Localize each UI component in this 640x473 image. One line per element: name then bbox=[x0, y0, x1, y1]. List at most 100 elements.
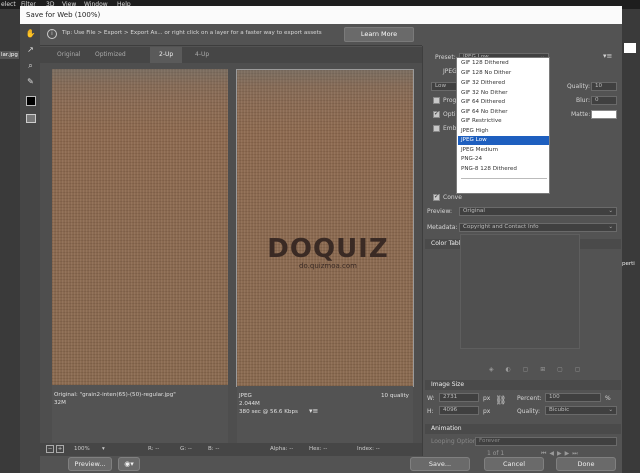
green-readout: G: -- bbox=[180, 446, 192, 452]
dialog-buttons: Preview... ◉▾ Save... Cancel Done bbox=[40, 456, 622, 473]
link-proportions-icon[interactable]: ⛓ bbox=[495, 396, 506, 406]
chevron-down-icon: ⌄ bbox=[608, 407, 613, 413]
toggle-slices-icon[interactable] bbox=[26, 114, 36, 123]
quality-input[interactable]: 10 bbox=[591, 82, 617, 91]
height-input[interactable]: 4096 bbox=[439, 406, 479, 415]
quality-label: Quality: bbox=[567, 83, 591, 90]
matte-color-swatch[interactable] bbox=[591, 110, 617, 119]
preset-option[interactable]: GIF 32 Dithered bbox=[458, 79, 549, 88]
info-icon: i bbox=[47, 29, 57, 39]
red-readout: R: -- bbox=[148, 446, 160, 452]
download-rate-menu-icon[interactable]: ▾≡ bbox=[309, 408, 318, 415]
percent-input[interactable]: 100 bbox=[545, 393, 601, 402]
slice-select-tool-icon[interactable]: ↗ bbox=[24, 44, 37, 55]
width-unit: px bbox=[483, 395, 491, 402]
menu-divider bbox=[461, 178, 547, 179]
status-bar: − + 100% ▾ R: -- G: -- B: -- Alpha: -- H… bbox=[40, 443, 422, 456]
tab-original[interactable]: Original bbox=[48, 47, 89, 63]
optimize-menu-icon[interactable]: ▾≡ bbox=[603, 52, 612, 60]
eyedropper-tool-icon[interactable]: ✎ bbox=[24, 76, 37, 87]
download-time: 380 sec @ 56.6 Kbps bbox=[239, 409, 298, 415]
tip-bar: i Tip: Use File > Export > Export As... … bbox=[40, 24, 422, 46]
preset-option[interactable]: PNG-8 128 Dithered bbox=[458, 165, 549, 174]
height-label: H: bbox=[427, 408, 434, 415]
animation-header: Animation bbox=[425, 424, 621, 434]
blur-label: Blur: bbox=[576, 97, 590, 104]
preset-option[interactable]: PNG-24 bbox=[458, 155, 549, 164]
zoom-level[interactable]: 100% bbox=[74, 446, 90, 452]
preset-option-selected[interactable]: JPEG Low bbox=[458, 136, 549, 145]
preview-value: Original bbox=[463, 208, 485, 214]
tab-4-up[interactable]: 4-Up bbox=[186, 47, 218, 63]
preset-option[interactable]: GIF 64 Dithered bbox=[458, 98, 549, 107]
original-pane[interactable]: Original: "grain2-inten(65)-(50)-regular… bbox=[52, 69, 228, 444]
height-unit: px bbox=[483, 408, 491, 415]
image-size-header: Image Size bbox=[425, 380, 621, 390]
tab-2-up[interactable]: 2-Up bbox=[150, 47, 183, 63]
menu-select[interactable]: elect bbox=[1, 1, 16, 8]
watermark: DOQUIZ do.quizmoa.com bbox=[228, 234, 428, 270]
quality-value: 10 bbox=[595, 83, 603, 89]
color-table-tool-icons[interactable]: ◈ ◐ ▢ ⊞ ▢ ▢ bbox=[489, 366, 585, 373]
eyedropper-color-swatch[interactable] bbox=[26, 96, 36, 106]
index-readout: Index: -- bbox=[357, 446, 380, 452]
metadata-select[interactable]: Copyright and Contact Info ⌄ bbox=[459, 223, 617, 232]
tool-column: ✋ ↗ ⌕ ✎ bbox=[20, 24, 40, 473]
width-input[interactable]: 2731 bbox=[439, 393, 479, 402]
watermark-url: do.quizmoa.com bbox=[299, 262, 357, 270]
preset-option[interactable]: GIF 64 No Dither bbox=[458, 108, 549, 117]
preview-select[interactable]: Original ⌄ bbox=[459, 207, 617, 216]
format-value[interactable]: JPEG bbox=[443, 68, 457, 75]
preview-button[interactable]: Preview... bbox=[68, 457, 112, 471]
preset-label: Preset: bbox=[435, 54, 456, 61]
percent-label: Percent: bbox=[517, 395, 542, 402]
embed-profile-checkbox[interactable] bbox=[433, 125, 440, 132]
hex-readout: Hex: -- bbox=[309, 446, 328, 452]
preset-option[interactable]: GIF 32 No Dither bbox=[458, 89, 549, 98]
preset-option[interactable]: GIF 128 Dithered bbox=[458, 59, 549, 68]
view-tabs: Original Optimized 2-Up 4-Up bbox=[40, 47, 422, 63]
properties-tab[interactable]: perti bbox=[622, 261, 635, 267]
original-filename: Original: "grain2-inten(65)-(50)-regular… bbox=[54, 392, 176, 398]
learn-more-button[interactable]: Learn More bbox=[344, 27, 414, 42]
chevron-down-icon: ⌄ bbox=[608, 224, 613, 230]
blur-value: 0 bbox=[595, 97, 599, 103]
save-button[interactable]: Save... bbox=[410, 457, 470, 471]
optimized-format: JPEG bbox=[239, 393, 252, 399]
zoom-in-button[interactable]: + bbox=[56, 445, 64, 453]
metadata-value: Copyright and Contact Info bbox=[463, 224, 539, 230]
tab-optimized[interactable]: Optimized bbox=[86, 47, 135, 63]
resample-quality-value: Bicubic bbox=[549, 407, 570, 413]
looping-options-value: Forever bbox=[479, 438, 501, 444]
blue-readout: B: -- bbox=[208, 446, 220, 452]
zoom-chevron-icon[interactable]: ▾ bbox=[102, 446, 105, 452]
document-tab[interactable]: lar.jpg bbox=[0, 51, 19, 59]
browser-preview-icon[interactable]: ◉▾ bbox=[118, 457, 140, 471]
blur-input[interactable]: 0 bbox=[591, 96, 617, 105]
progressive-checkbox[interactable] bbox=[433, 97, 440, 104]
background-right-panel: perti bbox=[622, 9, 640, 473]
preset-option[interactable]: JPEG Medium bbox=[458, 146, 549, 155]
resample-quality-label: Quality: bbox=[517, 408, 541, 415]
zoom-tool-icon[interactable]: ⌕ bbox=[24, 60, 37, 71]
optimized-quality: 10 quality bbox=[380, 393, 409, 399]
height-value: 4096 bbox=[443, 407, 458, 413]
alpha-readout: Alpha: -- bbox=[270, 446, 294, 452]
optimized-caption: JPEG 10 quality 2.044M 380 sec @ 56.6 Kb… bbox=[237, 386, 413, 445]
preset-option[interactable]: JPEG High bbox=[458, 127, 549, 136]
background-left-panel: lar.jpg bbox=[0, 9, 20, 473]
cancel-button[interactable]: Cancel bbox=[484, 457, 544, 471]
preset-option[interactable]: GIF Restrictive bbox=[458, 117, 549, 126]
optimized-pane[interactable]: JPEG 10 quality 2.044M 380 sec @ 56.6 Kb… bbox=[236, 69, 414, 445]
convert-srgb-label: Conve bbox=[443, 194, 462, 201]
hand-tool-icon[interactable]: ✋ bbox=[24, 28, 37, 39]
resample-quality-select[interactable]: Bicubic ⌄ bbox=[545, 406, 617, 415]
preset-option[interactable]: GIF 128 No Dither bbox=[458, 69, 549, 78]
convert-srgb-checkbox[interactable] bbox=[433, 193, 440, 201]
optimized-checkbox[interactable] bbox=[433, 110, 440, 118]
chevron-down-icon: ⌄ bbox=[608, 208, 613, 214]
original-caption: Original: "grain2-inten(65)-(50)-regular… bbox=[52, 385, 228, 444]
zoom-out-button[interactable]: − bbox=[46, 445, 54, 453]
looping-options-select[interactable]: Forever bbox=[475, 437, 617, 446]
done-button[interactable]: Done bbox=[556, 457, 616, 471]
